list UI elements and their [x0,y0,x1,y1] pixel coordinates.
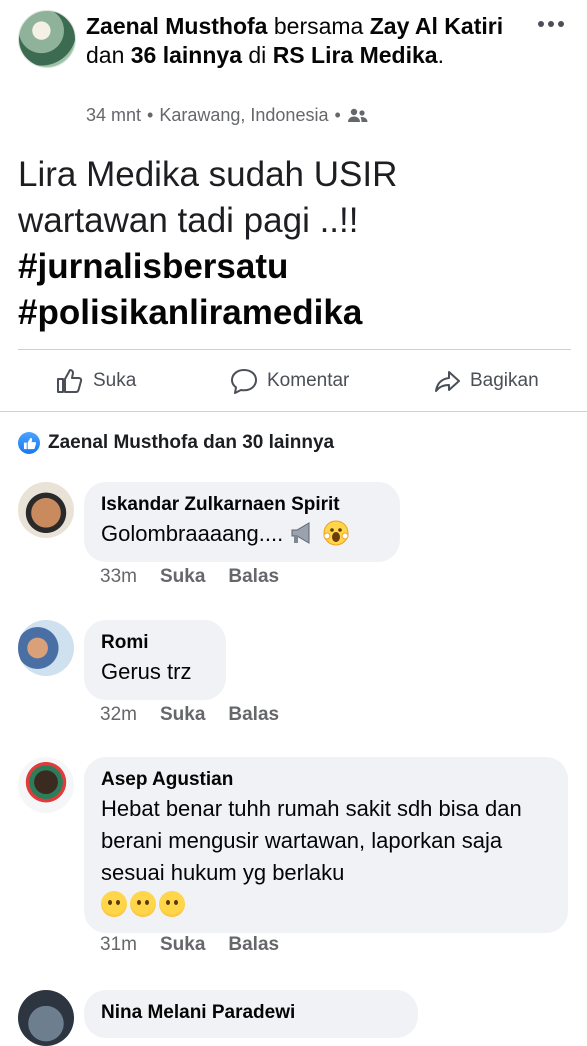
author-avatar[interactable] [18,10,76,68]
at-word: di [248,42,267,68]
comment-label: Komentar [267,370,350,391]
comment-meta: 33m Suka Balas [100,566,279,588]
comment-meta: 32m Suka Balas [100,704,279,726]
post-body: Lira Medika sudah USIR wartawan tadi pag… [18,152,568,336]
reactions-text: Zaenal Musthofa dan 30 lainnya [48,432,335,453]
comment-reply-link[interactable]: Balas [228,704,279,726]
location-name[interactable]: RS Lira Medika [273,42,438,68]
commenter-avatar[interactable] [18,990,74,1046]
commenter-name[interactable]: Asep Agustian [101,767,551,793]
comment-icon [231,369,257,394]
comment-text: Hebat benar tuhh rumah sakit sdh bisa da… [101,796,522,885]
comment-like-link[interactable]: Suka [160,566,205,588]
commenter-avatar[interactable] [18,482,74,538]
comment-reply-link[interactable]: Balas [228,566,279,588]
post-time[interactable]: 34 mnt [86,105,141,126]
post-text-line2: wartawan tadi pagi ..!! [18,201,359,240]
post-text-line1: Lira Medika sudah USIR [18,155,398,194]
thumbs-up-icon [57,369,83,393]
megaphone-emoji-icon [291,522,310,544]
share-button[interactable]: Bagikan [432,366,539,396]
more-options-icon[interactable] [536,18,566,30]
reactions-summary[interactable]: Zaenal Musthofa dan 30 lainnya [18,432,334,454]
commenter-avatar[interactable] [18,620,74,676]
comment-like-link[interactable]: Suka [160,934,205,956]
comment-bubble: Asep Agustian Hebat benar tuhh rumah sak… [84,757,568,933]
comment-time[interactable]: 32m [100,704,137,726]
comment-button[interactable]: Komentar [229,366,349,396]
comment-text: Gerus trz [101,659,192,684]
hashtag-link[interactable]: #jurnalisbersatu [18,244,568,290]
comment-time[interactable]: 31m [100,934,137,956]
frowning-emoji-icon [159,891,185,917]
divider [0,411,587,412]
post-meta: 34 mnt • Karawang, Indonesia • [86,105,369,126]
commenter-name[interactable]: Iskandar Zulkarnaen Spirit [101,492,383,518]
like-reaction-icon [18,432,40,454]
commenter-name[interactable]: Nina Melani Paradewi [101,1000,401,1026]
comment-reply-link[interactable]: Balas [228,934,279,956]
tagged-others[interactable]: 36 lainnya [131,42,242,68]
comment-text: Golombraaaang.... [101,521,284,546]
commenter-avatar[interactable] [18,757,74,813]
post-actions: Suka Komentar Bagikan [0,352,587,410]
tagged-name[interactable]: Zay Al Katiri [370,13,503,39]
share-icon [435,371,460,392]
divider [18,349,571,350]
post-header: Zaenal Musthofa bersama Zay Al Katiri da… [18,10,578,130]
and-word: dan [86,42,125,68]
frowning-emoji-icon [130,891,156,917]
comment-time[interactable]: 33m [100,566,137,588]
comment-bubble: Nina Melani Paradewi [84,990,418,1038]
commenter-name[interactable]: Romi [101,630,209,656]
author-name[interactable]: Zaenal Musthofa [86,13,267,39]
hashtag-link[interactable]: #polisikanliramedika [18,290,568,336]
like-button[interactable]: Suka [55,366,136,396]
share-label: Bagikan [470,370,539,391]
frowning-emoji-icon [101,891,127,917]
friends-icon [347,108,368,122]
scream-emoji-icon [323,520,349,546]
like-label: Suka [93,370,137,391]
comment-bubble: Romi Gerus trz [84,620,226,700]
comment-bubble: Iskandar Zulkarnaen Spirit Golombraaaang… [84,482,400,562]
comment-like-link[interactable]: Suka [160,704,205,726]
post-place[interactable]: Karawang, Indonesia [159,105,328,126]
comment-meta: 31m Suka Balas [100,934,279,956]
post-title: Zaenal Musthofa bersama Zay Al Katiri da… [86,13,504,68]
with-word: bersama [273,13,364,39]
